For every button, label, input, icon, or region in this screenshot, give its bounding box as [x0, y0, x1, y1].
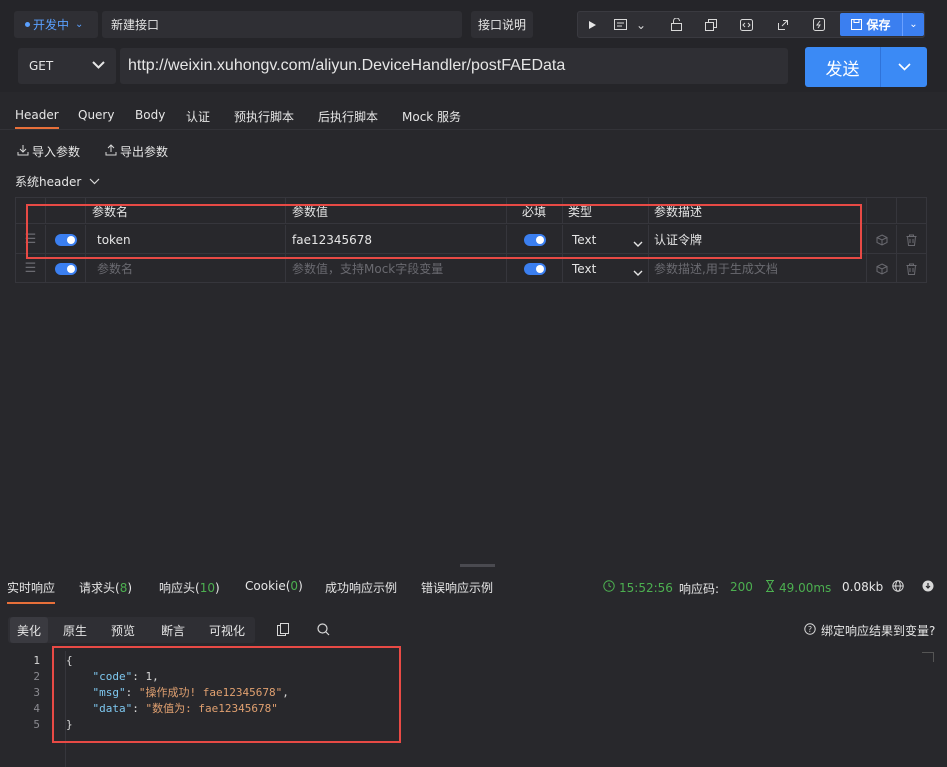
response-size: 0.08kb — [842, 580, 884, 594]
cube-icon[interactable] — [867, 225, 897, 254]
env-label: 开发中 — [33, 18, 70, 32]
play-icon[interactable] — [578, 12, 606, 37]
close-paren: ) — [298, 579, 303, 593]
toolbar-group: ⌄ 保存 ⌄ — [577, 11, 925, 38]
tab-auth[interactable]: 认证 — [186, 108, 210, 125]
tab-body[interactable]: Body — [135, 108, 165, 122]
tab-pre-script[interactable]: 预执行脚本 — [234, 108, 294, 125]
required-toggle[interactable] — [523, 262, 546, 275]
response-duration: 49.00ms — [765, 580, 831, 595]
chevron-down-icon: ⌄ — [75, 19, 84, 30]
api-name-input[interactable]: 新建接口 — [102, 11, 462, 38]
response-time: 15:52:56 — [603, 580, 673, 595]
import-icon — [17, 144, 29, 159]
clock-icon — [603, 580, 615, 595]
tab-raw[interactable]: 原生 — [56, 617, 94, 643]
lock-icon[interactable] — [662, 12, 690, 37]
type-label: Text — [572, 261, 597, 276]
hourglass-icon — [765, 580, 775, 595]
export-label: 导出参数 — [120, 145, 169, 159]
close-paren: ) — [214, 581, 220, 595]
cookie-label: Cookie( — [245, 579, 291, 593]
bind-response-label: 绑定响应结果到变量? — [821, 624, 936, 638]
line-number: 2 — [33, 670, 40, 683]
tab-success-example[interactable]: 成功响应示例 — [325, 579, 397, 596]
method-select[interactable]: GET — [18, 48, 116, 84]
environment-select[interactable]: 开发中 ⌄ — [14, 11, 98, 38]
chevron-down-icon[interactable]: ⌄ — [632, 12, 650, 37]
response-time-value: 15:52:56 — [619, 580, 673, 595]
env-status-dot — [25, 22, 30, 27]
tab-mock[interactable]: Mock 服务 — [402, 108, 461, 125]
doc-icon[interactable] — [606, 12, 634, 37]
trash-icon[interactable] — [897, 225, 926, 254]
duration-value: 49.00ms — [779, 580, 832, 595]
flash-icon[interactable] — [805, 12, 833, 37]
resp-headers-count: 10 — [199, 581, 215, 595]
import-label: 导入参数 — [32, 145, 81, 159]
code-icon[interactable] — [732, 12, 760, 37]
req-headers-label: 请求头( — [79, 581, 120, 595]
import-params-button[interactable]: 导入参数 — [17, 143, 80, 160]
chevron-down-icon — [89, 175, 100, 188]
clipboard-icon[interactable] — [277, 623, 289, 639]
pane-resize-handle[interactable] — [460, 564, 495, 567]
annotation-highlight-response — [52, 646, 401, 743]
bind-response-link[interactable]: ? 绑定响应结果到变量? — [804, 622, 935, 639]
response-view-tabs: 美化 原生 预览 断言 可视化 — [8, 617, 255, 643]
tab-cookie[interactable]: Cookie(0) — [245, 579, 303, 593]
tab-preview[interactable]: 预览 — [104, 617, 142, 643]
tab-post-script[interactable]: 后执行脚本 — [318, 108, 378, 125]
editor-minimap-marker — [922, 652, 934, 662]
status-code-label: 响应码: — [679, 582, 720, 596]
line-number: 3 — [33, 686, 40, 699]
tab-header[interactable]: Header — [15, 108, 59, 129]
save-dropdown-button[interactable]: ⌄ — [902, 13, 924, 36]
line-number: 1 — [33, 654, 40, 667]
url-input[interactable]: http://weixin.xuhongv.com/aliyun.DeviceH… — [120, 48, 788, 84]
system-header-toggle[interactable]: 系统header — [15, 173, 100, 190]
enable-toggle[interactable] — [54, 262, 77, 275]
chevron-down-icon — [633, 265, 643, 279]
api-doc-button[interactable]: 接口说明 — [471, 11, 533, 38]
save-label: 保存 — [866, 18, 891, 32]
tab-realtime-response[interactable]: 实时响应 — [7, 579, 56, 604]
tab-query[interactable]: Query — [78, 108, 114, 122]
tab-error-example[interactable]: 错误响应示例 — [421, 579, 493, 596]
save-icon — [851, 19, 863, 30]
copy-icon[interactable] — [697, 12, 725, 37]
help-icon: ? — [804, 623, 816, 638]
tab-response-headers[interactable]: 响应头(10) — [159, 579, 220, 596]
send-button[interactable]: 发送 — [805, 47, 880, 87]
status-code-value: 200 — [730, 580, 753, 594]
export-icon — [105, 144, 117, 159]
annotation-highlight-header — [26, 204, 862, 259]
export-params-button[interactable]: 导出参数 — [105, 143, 168, 160]
tab-request-headers[interactable]: 请求头(8) — [79, 579, 132, 596]
close-paren: ) — [127, 581, 133, 595]
share-icon[interactable] — [769, 12, 797, 37]
chevron-down-icon — [92, 57, 105, 73]
request-tabs: Header Query Body 认证 预执行脚本 后执行脚本 Mock 服务 — [0, 100, 947, 130]
system-header-label: 系统header — [15, 175, 82, 189]
resp-headers-label: 响应头( — [159, 581, 200, 595]
line-number: 4 — [33, 702, 40, 715]
response-tabs: 实时响应 请求头(8) 响应头(10) Cookie(0) 成功响应示例 错误响… — [0, 572, 947, 604]
line-number: 5 — [33, 718, 40, 731]
download-icon[interactable] — [922, 580, 934, 595]
method-label: GET — [29, 59, 54, 73]
save-button[interactable]: 保存 — [840, 13, 902, 36]
top-bar: 开发中 ⌄ 新建接口 接口说明 ⌄ 保存 ⌄ GET http://weixin… — [0, 0, 947, 92]
svg-text:?: ? — [808, 625, 812, 634]
trash-icon[interactable] — [897, 254, 926, 283]
tab-visualize[interactable]: 可视化 — [204, 617, 250, 643]
tab-assert[interactable]: 断言 — [154, 617, 192, 643]
cookie-count: 0 — [290, 579, 299, 593]
send-dropdown-button[interactable] — [880, 47, 927, 87]
cube-icon[interactable] — [867, 254, 897, 283]
search-icon[interactable] — [317, 623, 330, 639]
tab-beautify[interactable]: 美化 — [10, 617, 48, 643]
globe-icon[interactable] — [892, 580, 904, 595]
